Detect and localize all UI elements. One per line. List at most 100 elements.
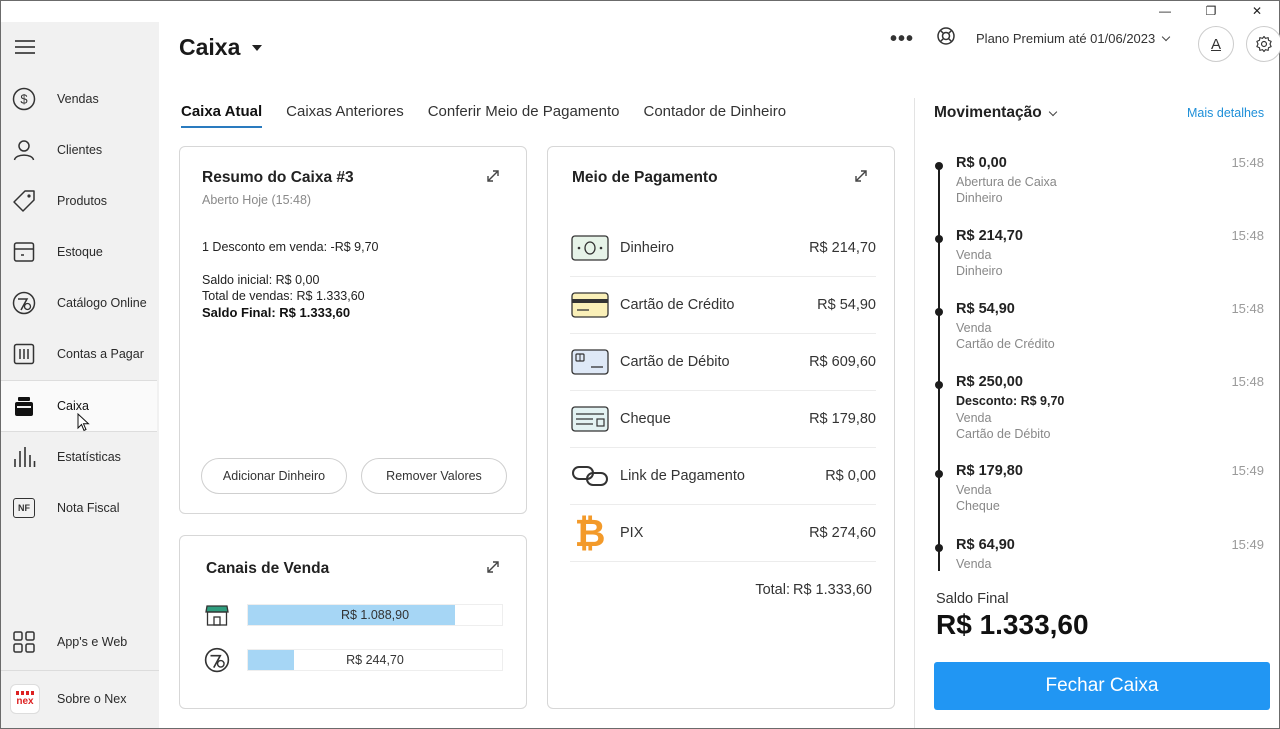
avatar[interactable]: A (1198, 26, 1234, 62)
expand-icon[interactable] (486, 169, 500, 183)
saldo-final-text: Saldo Final: R$ 1.333,60 (202, 305, 351, 320)
more-options-icon[interactable]: ••• (890, 29, 914, 49)
resumo-title: Resumo do Caixa #3 (202, 169, 354, 186)
avatar-letter: A (1210, 35, 1221, 53)
sidebar-item-produtos[interactable]: Produtos (1, 176, 157, 226)
sidebar-item-label: Clientes (57, 143, 103, 157)
pagamento-value: R$ 0,00 (825, 468, 876, 484)
box-icon (11, 239, 37, 265)
sidebar-divider (1, 670, 159, 671)
sidebar-item-clientes[interactable]: Clientes (1, 125, 157, 175)
pagamento-row[interactable]: Cartão de Débito R$ 609,60 (570, 334, 876, 391)
sidebar-item-label: Estoque (57, 245, 103, 259)
tab-contador-dinheiro[interactable]: Contador de Dinheiro (643, 103, 786, 128)
window-controls: — ❐ ✕ (1142, 2, 1280, 20)
restore-button[interactable]: ❐ (1188, 2, 1234, 20)
gear-icon (1256, 35, 1272, 53)
timeline-time: 15:48 (1231, 155, 1264, 170)
plan-selector[interactable]: Plano Premium até 01/06/2023 (976, 31, 1171, 46)
saldo-inicial-text: Saldo inicial: R$ 0,00 (202, 273, 320, 287)
support-icon[interactable] (936, 26, 956, 51)
pagamento-name: Link de Pagamento (620, 468, 745, 484)
timeline-type: Venda (956, 557, 992, 571)
pagamento-value: R$ 214,70 (809, 240, 876, 256)
sidebar-item-sobre[interactable]: nex Sobre o Nex (1, 674, 157, 724)
panel-divider (914, 98, 915, 728)
person-icon (11, 137, 37, 163)
expand-icon[interactable] (854, 169, 868, 183)
timeline-dot (935, 381, 943, 389)
pagamento-name: Cheque (620, 411, 671, 427)
remover-valores-button[interactable]: Remover Valores (361, 458, 507, 494)
timeline-amount: R$ 64,90 (956, 537, 1015, 553)
pagamento-row[interactable]: Dinheiro R$ 214,70 (570, 220, 876, 277)
total-value: R$ 1.333,60 (792, 582, 872, 598)
fechar-caixa-button[interactable]: Fechar Caixa (934, 662, 1270, 710)
sidebar-item-apps[interactable]: App's e Web (1, 617, 157, 667)
pagamento-value: R$ 179,80 (809, 411, 876, 427)
tab-bar: Caixa Atual Caixas Anteriores Conferir M… (181, 103, 786, 128)
pagamento-row[interactable]: Link de Pagamento R$ 0,00 (570, 448, 876, 505)
timeline-dot (935, 235, 943, 243)
canal-bar-track: R$ 1.088,90 (247, 604, 503, 626)
menu-icon[interactable] (15, 40, 35, 58)
sidebar-item-label: Vendas (57, 92, 99, 106)
tab-caixa-atual[interactable]: Caixa Atual (181, 103, 263, 128)
timeline-amount: R$ 250,00 (956, 374, 1023, 390)
timeline-time: 15:48 (1231, 301, 1264, 316)
adicionar-dinheiro-button[interactable]: Adicionar Dinheiro (201, 458, 347, 494)
sidebar-item-caixa[interactable]: Caixa (1, 380, 157, 432)
pagamento-name: Dinheiro (620, 240, 674, 256)
canal-value: R$ 244,70 (346, 653, 404, 667)
timeline-dot (935, 544, 943, 552)
caret-down-icon (252, 44, 263, 51)
sidebar-item-label: Contas a Pagar (57, 347, 144, 361)
sidebar-item-vendas[interactable]: $ Vendas (1, 74, 157, 124)
pagamento-row[interactable]: Cartão de Crédito R$ 54,90 (570, 277, 876, 334)
cheque-icon (570, 404, 610, 434)
expand-icon[interactable] (486, 560, 500, 574)
sidebar-item-contas[interactable]: Contas a Pagar (1, 329, 157, 379)
saldo-final-label: Saldo Final (936, 591, 1009, 607)
catalog-icon (11, 290, 37, 316)
close-button[interactable]: ✕ (1234, 2, 1280, 20)
saldo-final-value: R$ 1.333,60 (936, 609, 1089, 640)
canal-value: R$ 1.088,90 (340, 608, 410, 622)
sidebar-item-estatisticas[interactable]: Estatísticas (1, 432, 157, 482)
timeline-discount: Desconto: R$ 9,70 (956, 394, 1065, 408)
page-title-text: Caixa (179, 34, 241, 60)
chevron-down-icon (1162, 32, 1171, 42)
pagamento-row[interactable]: Cheque R$ 179,80 (570, 391, 876, 448)
total-label: Total: (755, 582, 790, 598)
tab-conferir-meio[interactable]: Conferir Meio de Pagamento (428, 103, 620, 128)
sidebar-item-estoque[interactable]: Estoque (1, 227, 157, 277)
bar-chart-icon (11, 444, 37, 470)
settings-button[interactable] (1246, 26, 1280, 62)
sidebar-item-nota-fiscal[interactable]: NF Nota Fiscal (1, 483, 157, 533)
sidebar-item-label: Sobre o Nex (57, 692, 127, 706)
nex-logo-icon: nex (9, 683, 41, 715)
link-icon (570, 461, 610, 491)
movimentacao-dropdown[interactable]: Movimentação (934, 104, 1057, 122)
pagamento-name: Cartão de Crédito (620, 297, 735, 313)
timeline-time: 15:48 (1231, 374, 1264, 389)
canal-bar-track: R$ 244,70 (247, 649, 503, 671)
minimize-button[interactable]: — (1142, 2, 1188, 20)
chevron-down-icon (1048, 107, 1057, 116)
timeline-amount: R$ 214,70 (956, 228, 1023, 244)
timeline-type: Venda (956, 483, 992, 497)
sidebar-item-catalogo[interactable]: Catálogo Online (1, 278, 157, 328)
timeline-dot (935, 162, 943, 170)
pagamento-title: Meio de Pagamento (572, 169, 718, 186)
pagamento-name: Cartão de Débito (620, 354, 730, 370)
cash-register-icon (11, 393, 37, 419)
sidebar-item-label: Estatísticas (57, 450, 121, 464)
tab-caixas-anteriores[interactable]: Caixas Anteriores (286, 103, 404, 128)
pagamento-value: R$ 609,60 (809, 354, 876, 370)
pagamento-row[interactable]: ₿ PIX R$ 274,60 (570, 505, 876, 562)
debit-card-icon (570, 347, 610, 377)
page-title[interactable]: Caixa (179, 34, 263, 61)
pagamento-name: PIX (620, 525, 644, 541)
timeline-amount: R$ 179,80 (956, 463, 1023, 479)
mais-detalhes-link[interactable]: Mais detalhes (1187, 106, 1264, 120)
